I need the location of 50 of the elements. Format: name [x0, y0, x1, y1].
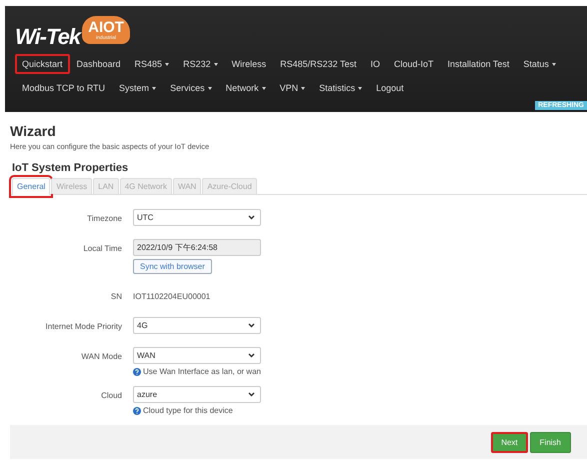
caret-icon: [262, 86, 266, 90]
field-label: Local Time: [82, 243, 122, 253]
caret-icon: [214, 62, 218, 66]
chevron-icon: [248, 353, 255, 358]
nav-link[interactable]: Logout: [369, 78, 411, 98]
serial-number: IOT1102204EU00001: [133, 291, 210, 303]
nav-link[interactable]: Dashboard: [70, 54, 128, 74]
nav-link[interactable]: IO: [364, 54, 388, 74]
select-field[interactable]: WAN: [133, 347, 261, 364]
field-label: Cloud: [100, 390, 122, 400]
tab[interactable]: General: [12, 178, 50, 195]
field-label: Timezone: [86, 213, 122, 223]
nav-link[interactable]: Installation Test: [440, 54, 516, 74]
field-label: Internet Mode Priority: [44, 321, 122, 331]
brand-logo: Wi-Tek: [15, 23, 80, 50]
nav-link[interactable]: Services: [163, 78, 219, 98]
nav-link[interactable]: Quickstart: [15, 54, 70, 74]
help-icon: [133, 406, 141, 414]
help-text: Use Wan Interface as lan, or wan: [143, 367, 261, 376]
select-field[interactable]: UTC: [133, 209, 261, 226]
caret-icon: [152, 86, 156, 90]
help-text: Cloud type for this device: [143, 406, 233, 415]
select-field[interactable]: 4G: [133, 317, 261, 334]
nav-link[interactable]: Wireless: [224, 54, 274, 74]
caret-icon: [208, 86, 212, 90]
nav-link[interactable]: RS485/RS232 Test: [273, 54, 364, 74]
nav-link[interactable]: Network: [218, 78, 273, 98]
nav-link[interactable]: System: [112, 78, 164, 98]
nav-link[interactable]: Modbus TCP to RTU: [15, 78, 112, 98]
nav-link[interactable]: Statistics: [312, 78, 370, 98]
chevron-icon: [248, 392, 255, 397]
page-title: Wizard: [10, 122, 57, 140]
field-label: SN: [110, 291, 122, 301]
caret-icon: [301, 86, 306, 90]
sync-button[interactable]: Sync with browser: [133, 259, 212, 274]
nav-link[interactable]: Status: [516, 54, 563, 74]
select-field[interactable]: azure: [133, 386, 261, 403]
chevron-icon: [248, 215, 255, 220]
nav-link[interactable]: RS485: [128, 54, 176, 74]
chevron-icon: [248, 323, 255, 328]
section-title: IoT System Properties: [12, 162, 130, 174]
field-label: WAN Mode: [80, 351, 122, 361]
time-field[interactable]: 2022/10/9 下午6:24:58: [133, 239, 261, 256]
nav-link[interactable]: RS232: [176, 54, 225, 74]
nav-link[interactable]: VPN: [272, 78, 312, 98]
caret-icon: [165, 62, 170, 66]
nav-link[interactable]: Cloud-IoT: [387, 54, 441, 74]
caret-icon: [358, 86, 362, 90]
caret-icon: [552, 62, 556, 66]
help-icon: [133, 368, 141, 376]
